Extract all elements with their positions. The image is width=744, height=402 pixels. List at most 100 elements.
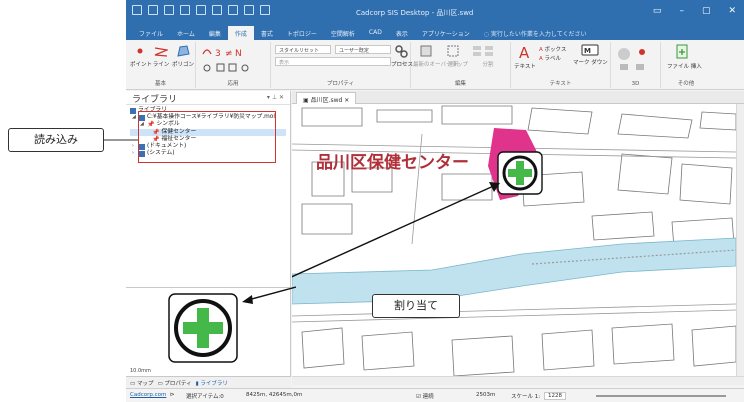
ribbon: ポイント ライン ポリゴン 基本 3 ≠ N 応用 スタイルリセット ユーザー既… bbox=[126, 40, 744, 90]
ribbon-group-other-label: その他 bbox=[677, 81, 695, 87]
map-vertical-scrollbar[interactable] bbox=[736, 104, 744, 376]
split-button[interactable]: 分割 bbox=[469, 44, 507, 68]
3d-tools-icon[interactable] bbox=[614, 44, 658, 74]
overlap-button[interactable]: 最新のオーバーラップ bbox=[413, 44, 468, 68]
new-icon[interactable] bbox=[132, 5, 142, 15]
ribbon-group-text: A テキスト A ボックス A ラベル M マーク ダウン テキスト bbox=[511, 42, 611, 88]
document-tab-strip: ▣ 品川区.swd ✕ bbox=[292, 91, 744, 104]
tab-cad[interactable]: CAD bbox=[362, 26, 389, 40]
markdown-button-label: マーク ダウン bbox=[573, 60, 608, 66]
display-dropdown[interactable]: 表示 bbox=[275, 57, 391, 66]
chevron-down-icon[interactable]: ◢ bbox=[132, 114, 137, 121]
tab-edit[interactable]: 編集 bbox=[202, 26, 228, 40]
gears-icon bbox=[395, 45, 408, 58]
tell-me-label: 実行したい作業を入力してください bbox=[490, 31, 587, 38]
point-button[interactable]: ポイント bbox=[130, 44, 153, 68]
pan-icon[interactable] bbox=[244, 5, 254, 15]
status-scale-value[interactable]: 1228 bbox=[544, 392, 566, 400]
advanced-shape-tools-icon[interactable]: 3 ≠ N bbox=[199, 44, 269, 74]
library-panel-header: ライブラリ ▾ ⊥ ✕ bbox=[126, 91, 290, 105]
status-continuous-toggle[interactable]: ☑ 連続 bbox=[416, 392, 434, 400]
point-button-label: ポイント bbox=[130, 62, 153, 68]
close-icon[interactable]: ✕ bbox=[344, 97, 349, 104]
chevron-right-icon[interactable]: › bbox=[132, 150, 137, 157]
open-icon[interactable] bbox=[148, 5, 158, 15]
save-icon[interactable] bbox=[164, 5, 174, 15]
insert-file-button[interactable]: ファイル 挿入 bbox=[667, 44, 702, 70]
tab-topology[interactable]: トポロジー bbox=[280, 26, 324, 40]
tab-file[interactable]: ファイル bbox=[132, 26, 170, 40]
text-button[interactable]: A テキスト bbox=[513, 44, 537, 70]
tab-format[interactable]: 書式 bbox=[254, 26, 280, 40]
point-icon bbox=[137, 48, 143, 54]
minimize-button[interactable]: – bbox=[679, 6, 684, 16]
redo-icon[interactable] bbox=[212, 5, 222, 15]
tab-home[interactable]: ホーム bbox=[170, 26, 202, 40]
select-button[interactable]: 選択 bbox=[443, 44, 463, 68]
document-tab-label: 品川区.swd bbox=[310, 97, 343, 104]
tab-map[interactable]: ▭ マップ bbox=[130, 377, 153, 388]
text-box-label: ボックス bbox=[544, 47, 567, 53]
tab-library[interactable]: ▮ ライブラリ bbox=[196, 377, 228, 388]
map-horizontal-scrollbar[interactable] bbox=[292, 376, 744, 385]
window-title: Cadcorp SIS Desktop - 品川区.swd bbox=[356, 9, 474, 17]
line-button[interactable]: ライン bbox=[151, 44, 171, 68]
text-button-label: テキスト bbox=[514, 64, 536, 70]
undo-icon[interactable] bbox=[196, 5, 206, 15]
ribbon-tabs: ファイル ホーム 編集 作成 書式 トポロジー 空間解析 CAD 表示 アプリケ… bbox=[126, 26, 744, 40]
tab-application[interactable]: アプリケーション bbox=[415, 26, 477, 40]
document-tab[interactable]: ▣ 品川区.swd ✕ bbox=[296, 92, 357, 104]
ribbon-group-other: ファイル 挿入 その他 bbox=[661, 42, 711, 88]
ribbon-group-text-label: テキスト bbox=[549, 81, 572, 87]
status-bar: Cadcorp.com ⊳ 選択アイテム:0 8425m, 42645m,0m … bbox=[126, 388, 744, 402]
select-button-label: 選択 bbox=[447, 62, 459, 68]
svg-text:≠: ≠ bbox=[225, 49, 233, 59]
polygon-button[interactable]: ポリゴン bbox=[172, 44, 194, 68]
panel-controls[interactable]: ▾ ⊥ ✕ bbox=[267, 94, 284, 101]
tab-spatial-analysis[interactable]: 空間解析 bbox=[324, 26, 362, 40]
maximize-button[interactable]: ▢ bbox=[702, 6, 711, 16]
ribbon-group-3d: 3D bbox=[611, 42, 661, 88]
tell-me-box[interactable]: ◌ 実行したい作業を入力してください bbox=[477, 26, 594, 40]
map-label-health-center: 品川区保健センター bbox=[316, 152, 469, 173]
markdown-button[interactable]: M マーク ダウン bbox=[573, 44, 608, 66]
info-icon[interactable] bbox=[260, 5, 270, 15]
ribbon-group-basic-label: 基本 bbox=[154, 81, 166, 87]
callout-load-label: 読み込み bbox=[34, 133, 78, 146]
ribbon-group-edit: 最新のオーバーラップ 選択 分割 編集 bbox=[411, 42, 511, 88]
window-controls: ▭ – ▢ ✕ bbox=[653, 6, 736, 16]
ribbon-display-button[interactable]: ▭ bbox=[653, 6, 662, 16]
callout-load: 読み込み bbox=[8, 128, 104, 152]
title-bar: Cadcorp SIS Desktop - 品川区.swd ▭ – ▢ ✕ bbox=[126, 0, 744, 26]
insert-file-button-label: ファイル 挿入 bbox=[667, 64, 702, 70]
quick-access-toolbar bbox=[132, 5, 270, 15]
status-selected-items: 選択アイテム:0 bbox=[186, 394, 224, 400]
ribbon-group-edit-label: 編集 bbox=[454, 81, 466, 87]
user-default-dropdown[interactable]: ユーザー既定 bbox=[335, 45, 391, 54]
print-icon[interactable] bbox=[180, 5, 190, 15]
split-icon bbox=[473, 46, 493, 56]
status-selection-icon: ⊳ bbox=[170, 392, 175, 398]
tab-create[interactable]: 作成 bbox=[227, 26, 254, 40]
status-website[interactable]: Cadcorp.com bbox=[130, 392, 166, 398]
style-reset-dropdown[interactable]: スタイルリセット bbox=[275, 45, 331, 54]
select-area-icon bbox=[447, 45, 459, 57]
status-scale-label: スケール 1: bbox=[511, 394, 541, 400]
close-button[interactable]: ✕ bbox=[728, 6, 736, 16]
ribbon-group-advanced-label: 応用 bbox=[227, 81, 239, 87]
split-button-label: 分割 bbox=[482, 62, 494, 68]
callout-assign: 割り当て bbox=[372, 294, 460, 318]
select-icon[interactable] bbox=[228, 5, 238, 15]
process-button[interactable]: プロセス bbox=[391, 44, 413, 68]
text-box-button[interactable]: A ボックス bbox=[539, 45, 567, 53]
tab-properties[interactable]: ▭ プロパティ bbox=[157, 377, 191, 388]
zoom-slider[interactable] bbox=[596, 395, 726, 397]
map-view[interactable]: 品川区保健センター 割り当て bbox=[292, 104, 736, 376]
ribbon-group-properties: スタイルリセット ユーザー既定 表示 プロセス プロパティ bbox=[271, 42, 413, 88]
ribbon-group-advanced: 3 ≠ N 応用 bbox=[196, 42, 271, 88]
map-canvas: 品川区保健センター bbox=[292, 105, 736, 376]
label-button[interactable]: A ラベル bbox=[539, 54, 567, 62]
preview-scale: 10.0mm bbox=[130, 368, 151, 374]
callout-assign-label: 割り当て bbox=[394, 299, 438, 312]
tab-view[interactable]: 表示 bbox=[389, 26, 415, 40]
